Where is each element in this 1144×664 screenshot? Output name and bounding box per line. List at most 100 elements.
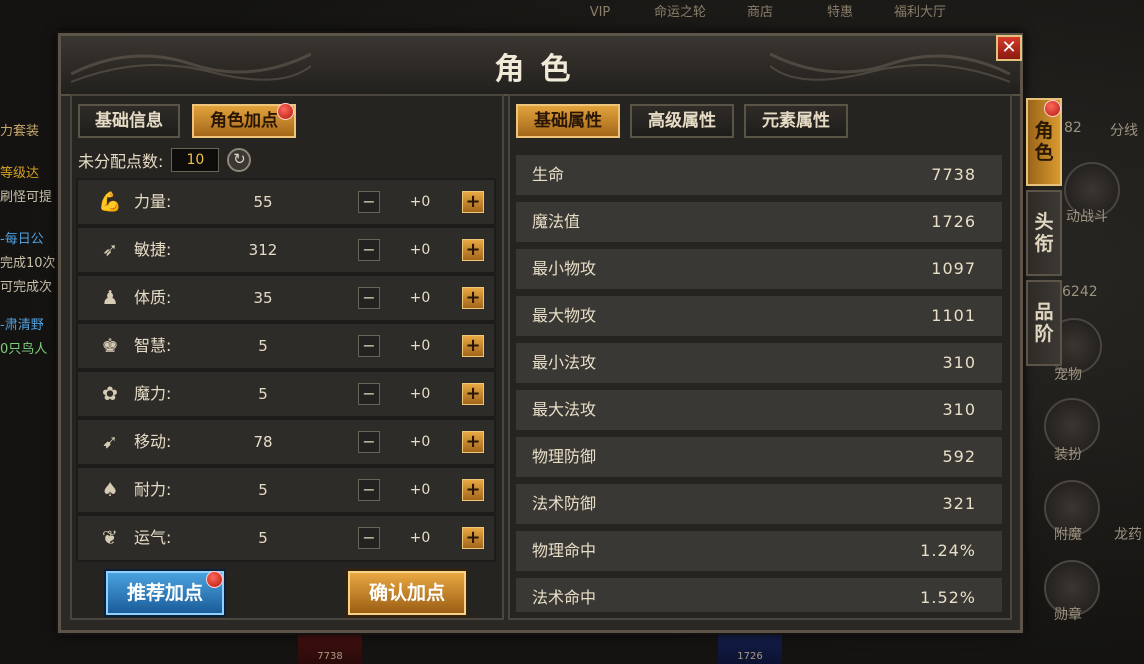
side-tab-label: 品阶 bbox=[1034, 301, 1054, 345]
decrease-button[interactable]: − bbox=[358, 527, 380, 549]
stat-name: 魔法值 bbox=[532, 212, 581, 231]
attribute-name: 体质: bbox=[134, 288, 172, 307]
attribute-row-luck: ❦ 运气: 5 − +0 + bbox=[78, 516, 494, 560]
attribute-bonus: +0 bbox=[409, 290, 431, 306]
auto-battle-label: 动战斗 bbox=[1066, 209, 1108, 225]
attribute-row-wisdom: ♚ 智慧: 5 − +0 + bbox=[78, 324, 494, 368]
nav-wheel[interactable]: 命运之轮 bbox=[640, 0, 720, 26]
increase-button[interactable]: + bbox=[462, 383, 484, 405]
decrease-button[interactable]: − bbox=[358, 239, 380, 261]
stat-name: 最大法攻 bbox=[532, 400, 597, 419]
attribute-name: 耐力: bbox=[134, 480, 172, 499]
attribute-row-strength: 💪 力量: 55 − +0 + bbox=[78, 180, 494, 224]
increase-button[interactable]: + bbox=[462, 239, 484, 261]
window-titlebar: 角色 bbox=[61, 36, 1020, 96]
stamina-icon: ♠ bbox=[101, 479, 119, 501]
stat-name: 物理防御 bbox=[532, 447, 597, 466]
attribute-bonus: +0 bbox=[409, 386, 431, 402]
attribute-name: 魔力: bbox=[134, 384, 172, 403]
close-button[interactable]: ✕ bbox=[996, 35, 1022, 61]
confirm-points-button[interactable]: 确认加点 bbox=[348, 571, 466, 615]
luck-icon: ❦ bbox=[102, 527, 118, 549]
strength-icon: 💪 bbox=[98, 191, 122, 213]
stat-value: 1.52% bbox=[920, 588, 976, 607]
hp-orb-value: 7738 bbox=[317, 651, 343, 662]
attribute-value: 312 bbox=[248, 241, 278, 259]
side-tab-rank[interactable]: 品阶 bbox=[1026, 280, 1062, 366]
increase-button[interactable]: + bbox=[462, 287, 484, 309]
unassigned-label: 未分配点数: bbox=[78, 152, 164, 171]
attribute-value: 5 bbox=[258, 385, 268, 403]
mp-orb-value: 1726 bbox=[737, 651, 763, 662]
notification-dot-icon bbox=[206, 571, 223, 588]
attribute-value: 5 bbox=[258, 337, 268, 355]
increase-button[interactable]: + bbox=[462, 527, 484, 549]
nav-vip[interactable]: VIP bbox=[560, 0, 640, 26]
stat-row: 魔法值 1726 bbox=[516, 202, 1002, 242]
stat-value: 310 bbox=[942, 400, 976, 419]
unassigned-points: 未分配点数: 10 ↻ bbox=[78, 148, 252, 172]
decrease-button[interactable]: − bbox=[358, 191, 380, 213]
stat-name: 生命 bbox=[532, 165, 565, 184]
attribute-bonus: +0 bbox=[409, 194, 431, 210]
medal-label: 勋章 bbox=[1054, 607, 1082, 623]
nav-shop[interactable]: 商店 bbox=[720, 0, 800, 26]
attribute-row-agility: ➶ 敏捷: 312 − +0 + bbox=[78, 228, 494, 272]
top-nav: VIP 命运之轮 商店 特惠 福利大厅 bbox=[560, 0, 960, 26]
window-title: 角色 bbox=[494, 52, 587, 87]
attribute-row-constitution: ♟ 体质: 35 − +0 + bbox=[78, 276, 494, 320]
stat-row: 法术命中 1.52% bbox=[516, 578, 1002, 612]
enchant-label: 附魔 bbox=[1054, 527, 1082, 543]
decrease-button[interactable]: − bbox=[358, 431, 380, 453]
stat-value: 1101 bbox=[931, 306, 976, 325]
stat-value: 310 bbox=[942, 353, 976, 372]
decrease-button[interactable]: − bbox=[358, 287, 380, 309]
stat-row: 最小物攻 1097 bbox=[516, 249, 1002, 289]
attribute-value: 35 bbox=[253, 289, 273, 307]
stat-row: 物理命中 1.24% bbox=[516, 531, 1002, 571]
increase-button[interactable]: + bbox=[462, 479, 484, 501]
pet-label: 宠物 bbox=[1054, 367, 1082, 383]
attribute-bonus: +0 bbox=[409, 338, 431, 354]
notification-dot-icon bbox=[277, 103, 294, 120]
dragon-label: 龙药 bbox=[1114, 527, 1142, 543]
stat-name: 最小法攻 bbox=[532, 353, 597, 372]
increase-button[interactable]: + bbox=[462, 335, 484, 357]
attribute-name: 力量: bbox=[134, 192, 172, 211]
attribute-bonus: +0 bbox=[409, 434, 431, 450]
attribute-row-stamina: ♠ 耐力: 5 − +0 + bbox=[78, 468, 494, 512]
side-tab-label: 角色 bbox=[1034, 120, 1054, 164]
increase-button[interactable]: + bbox=[462, 431, 484, 453]
attribute-bonus: +0 bbox=[409, 530, 431, 546]
attribute-bonus: +0 bbox=[409, 242, 431, 258]
decrease-button[interactable]: − bbox=[358, 479, 380, 501]
tab-element-attributes[interactable]: 元素属性 bbox=[744, 104, 848, 138]
stat-name: 最大物攻 bbox=[532, 306, 597, 325]
decrease-button[interactable]: − bbox=[358, 383, 380, 405]
tab-advanced-attributes[interactable]: 高级属性 bbox=[630, 104, 734, 138]
stat-value: 321 bbox=[942, 494, 976, 513]
stat-value: 7738 bbox=[931, 165, 976, 184]
tab-basic-attributes[interactable]: 基础属性 bbox=[516, 104, 620, 138]
attribute-name: 敏捷: bbox=[134, 240, 172, 259]
stat-value: 592 bbox=[942, 447, 976, 466]
side-tab-title[interactable]: 头衔 bbox=[1026, 190, 1062, 276]
stat-row: 法术防御 321 bbox=[516, 484, 1002, 524]
nav-welfare[interactable]: 福利大厅 bbox=[880, 0, 960, 26]
stat-row: 生命 7738 bbox=[516, 155, 1002, 195]
stat-value: 1097 bbox=[931, 259, 976, 278]
increase-button[interactable]: + bbox=[462, 191, 484, 213]
notification-dot-icon bbox=[1044, 100, 1061, 117]
nav-special[interactable]: 特惠 bbox=[800, 0, 880, 26]
decrease-button[interactable]: − bbox=[358, 335, 380, 357]
attribute-row-movement: ➹ 移动: 78 − +0 + bbox=[78, 420, 494, 464]
unassigned-value: 10 bbox=[171, 148, 220, 172]
tab-basic-info[interactable]: 基础信息 bbox=[78, 104, 180, 138]
server-line-label: 分线 bbox=[1110, 123, 1138, 139]
stat-row: 最小法攻 310 bbox=[516, 343, 1002, 383]
stat-list[interactable]: 生命 7738 魔法值 1726 最小物攻 1097 最大物攻 1101 最小法… bbox=[512, 148, 1006, 612]
wisdom-icon: ♚ bbox=[101, 335, 119, 357]
reset-points-icon[interactable]: ↻ bbox=[227, 148, 252, 172]
attribute-bonus: +0 bbox=[409, 482, 431, 498]
attribute-value: 5 bbox=[258, 481, 268, 499]
